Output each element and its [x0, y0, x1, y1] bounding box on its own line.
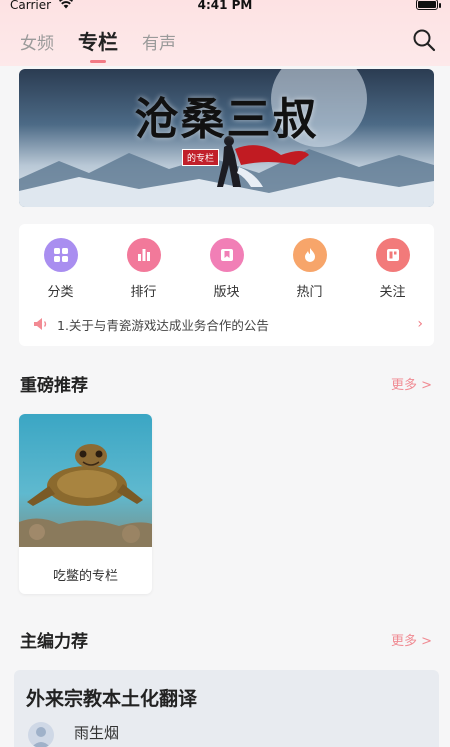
- section-title: 主编力荐: [20, 632, 88, 652]
- quick-entry-board[interactable]: 版块: [185, 238, 268, 300]
- flame-icon: [292, 238, 327, 272]
- banner[interactable]: 沧桑三叔 的专栏: [19, 69, 434, 207]
- top-tabs: 女频 专栏 有声: [20, 26, 176, 63]
- more-link[interactable]: 更多 >: [391, 374, 432, 393]
- turtle-photo: [19, 414, 152, 547]
- grid-icon: [43, 238, 78, 272]
- recommended-card-title: 吃鳖的专栏: [52, 569, 118, 584]
- quick-entry-category[interactable]: 分类: [19, 238, 102, 300]
- more-link[interactable]: 更多 >: [391, 630, 432, 649]
- editor-pick-card[interactable]: 外来宗教本土化翻译 雨生烟: [14, 670, 439, 747]
- status-time: 4:41 PM: [197, 0, 253, 12]
- bookmark-icon: [209, 238, 244, 272]
- banner-tag: 的专栏: [182, 149, 220, 166]
- quick-entry-list: 分类 排行 版块 热门 关注: [19, 238, 434, 300]
- editor-pick-section-header: 主编力荐 更多 >: [20, 627, 434, 652]
- editor-pick-author: 雨生烟: [74, 724, 120, 742]
- avatar: [28, 722, 54, 747]
- quick-entry-label: 热门: [296, 285, 323, 300]
- quick-entry-ranking[interactable]: 排行: [102, 238, 185, 300]
- header: Carrier 4:41 PM 女频 专栏 有声: [0, 0, 450, 66]
- search-icon[interactable]: [412, 28, 436, 52]
- quick-entry-label: 关注: [379, 285, 406, 300]
- battery-tip: [439, 3, 441, 8]
- quick-entry-hot[interactable]: 热门: [268, 238, 351, 300]
- status-bar: Carrier 4:41 PM: [0, 0, 450, 14]
- quick-entry-label: 分类: [47, 285, 74, 300]
- recommended-card[interactable]: 吃鳖的专栏: [19, 414, 152, 594]
- layout-icon: [375, 238, 410, 272]
- quick-entry-follow[interactable]: 关注: [351, 238, 434, 300]
- notice-bar[interactable]: 1.关于与青瓷游戏达成业务合作的公告 ›: [33, 314, 423, 334]
- quick-entry-card: 分类 排行 版块 热门 关注 1.关于与青瓷游戏达成业务合作的公告 ›: [19, 224, 434, 346]
- tab-women[interactable]: 女频: [20, 29, 54, 54]
- section-title: 重磅推荐: [20, 376, 88, 396]
- bar-chart-icon: [126, 238, 161, 272]
- editor-pick-title: 外来宗教本土化翻译: [26, 688, 198, 710]
- battery-icon: [416, 0, 438, 10]
- quick-entry-label: 排行: [130, 285, 157, 300]
- screen: Carrier 4:41 PM 女频 专栏 有声 沧桑三叔 的专栏 分类 排行 …: [0, 0, 450, 747]
- speaker-icon: [34, 318, 47, 330]
- banner-title: 沧桑三叔: [134, 94, 319, 145]
- quick-entry-label: 版块: [213, 285, 240, 300]
- tab-column[interactable]: 专栏: [78, 26, 118, 63]
- chevron-right-icon: ›: [417, 316, 423, 332]
- recommended-section-header: 重磅推荐 更多 >: [20, 371, 434, 396]
- tab-audio[interactable]: 有声: [142, 29, 176, 54]
- notice-text: 1.关于与青瓷游戏达成业务合作的公告: [57, 317, 269, 333]
